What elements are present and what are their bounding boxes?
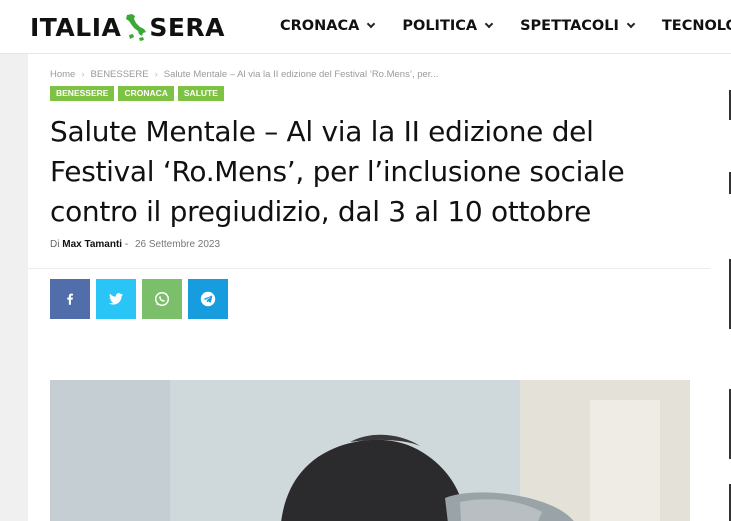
italy-map-icon <box>122 12 148 42</box>
logo-text-sera: SERA <box>149 12 226 42</box>
breadcrumb: Home › BENESSERE › Salute Mentale – Al via l… <box>50 69 438 80</box>
nav-item-spettacoli[interactable]: SPETTACOLI <box>520 18 636 34</box>
byline-prefix: Di <box>50 239 60 250</box>
nav-item-cronaca[interactable]: CRONACA <box>280 18 376 34</box>
nav-label: POLITICA <box>402 18 478 34</box>
breadcrumb-separator-icon: › <box>154 69 158 80</box>
breadcrumb-current: Salute Mentale – Al via la II edizione d… <box>163 69 439 80</box>
nav-label: SPETTACOLI <box>520 18 619 34</box>
main-nav: CRONACA POLITICA SPETTACOLI TECNOLOG <box>280 18 731 34</box>
nav-item-tecnologia[interactable]: TECNOLOG <box>662 18 731 34</box>
breadcrumb-category[interactable]: BENESSERE <box>91 69 149 80</box>
chevron-down-icon <box>626 19 636 29</box>
article-container: Home › BENESSERE › Salute Mentale – Al via l… <box>28 54 718 521</box>
chevron-down-icon <box>367 19 376 29</box>
nav-item-politica[interactable]: POLITICA <box>402 18 494 34</box>
divider <box>28 268 710 269</box>
nav-label: CRONACA <box>280 18 360 34</box>
site-header: ITALIA SERA CRONACA POLITICA SPETTACOLI … <box>0 0 731 54</box>
author-link[interactable]: Max Tamanti <box>62 239 122 250</box>
share-telegram-button[interactable] <box>188 279 228 319</box>
breadcrumb-home[interactable]: Home <box>50 69 75 80</box>
telegram-icon <box>200 291 216 307</box>
share-buttons <box>50 279 234 319</box>
nav-label: TECNOLOG <box>661 18 731 34</box>
byline-separator: - <box>124 239 129 250</box>
tag-cronaca[interactable]: CRONACA <box>118 86 174 101</box>
twitter-icon <box>109 293 123 305</box>
share-facebook-button[interactable] <box>50 279 90 319</box>
article-title: Salute Mentale – Al via la II edizione d… <box>50 115 625 228</box>
logo-text-italia: ITALIA <box>30 12 122 42</box>
hero-photo <box>50 380 690 521</box>
article-hero-image <box>50 380 690 521</box>
site-logo[interactable]: ITALIA SERA <box>30 12 225 42</box>
facebook-icon <box>67 293 74 305</box>
article-meta: Di Max Tamanti - 26 Settembre 2023 <box>50 239 220 250</box>
breadcrumb-separator-icon: › <box>81 69 85 80</box>
category-tags: BENESSERE CRONACA SALUTE <box>50 86 228 101</box>
publish-date: 26 Settembre 2023 <box>134 239 221 250</box>
share-whatsapp-button[interactable] <box>142 279 182 319</box>
sidebar-edge <box>718 54 731 521</box>
chevron-down-icon <box>484 19 494 29</box>
tag-salute[interactable]: SALUTE <box>177 86 224 101</box>
tag-benessere[interactable]: BENESSERE <box>50 86 115 101</box>
whatsapp-icon <box>154 291 170 307</box>
share-twitter-button[interactable] <box>96 279 136 319</box>
